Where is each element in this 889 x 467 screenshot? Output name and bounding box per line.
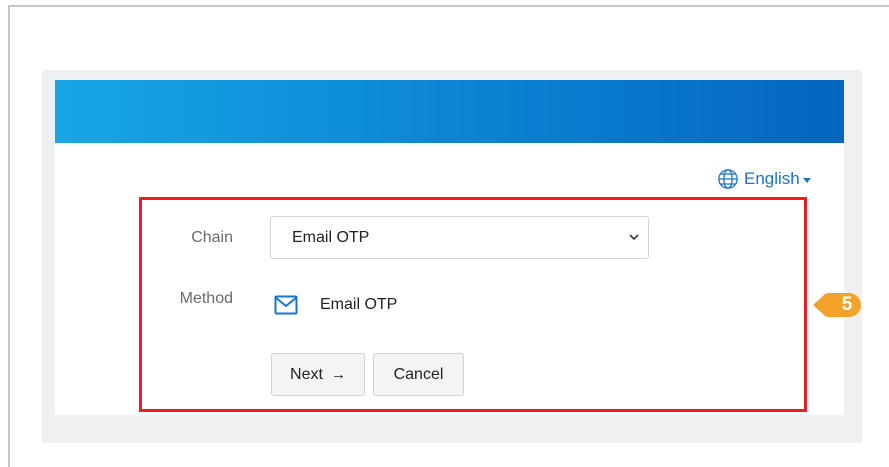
caret-down-icon: [802, 178, 811, 183]
login-card: English Chain Email OTP Method Email OTP…: [55, 80, 844, 415]
next-button[interactable]: Next →: [271, 353, 365, 396]
globe-icon: [718, 169, 738, 189]
cancel-button[interactable]: Cancel: [373, 353, 464, 396]
method-option-label[interactable]: Email OTP: [320, 296, 397, 314]
language-label: English: [744, 169, 800, 188]
step-number: 5: [841, 294, 853, 315]
chevron-down-icon: [629, 234, 639, 241]
cancel-button-label: Cancel: [393, 365, 444, 383]
header-banner: [55, 80, 844, 143]
chain-select-value: Email OTP: [292, 228, 370, 246]
next-button-label: Next: [290, 365, 323, 383]
method-label: Method: [179, 290, 233, 307]
arrow-right-icon: →: [330, 366, 346, 383]
language-selector[interactable]: English: [717, 168, 811, 190]
chain-label: Chain: [191, 229, 233, 246]
envelope-icon[interactable]: [274, 295, 298, 315]
chain-select[interactable]: Email OTP: [270, 216, 649, 259]
